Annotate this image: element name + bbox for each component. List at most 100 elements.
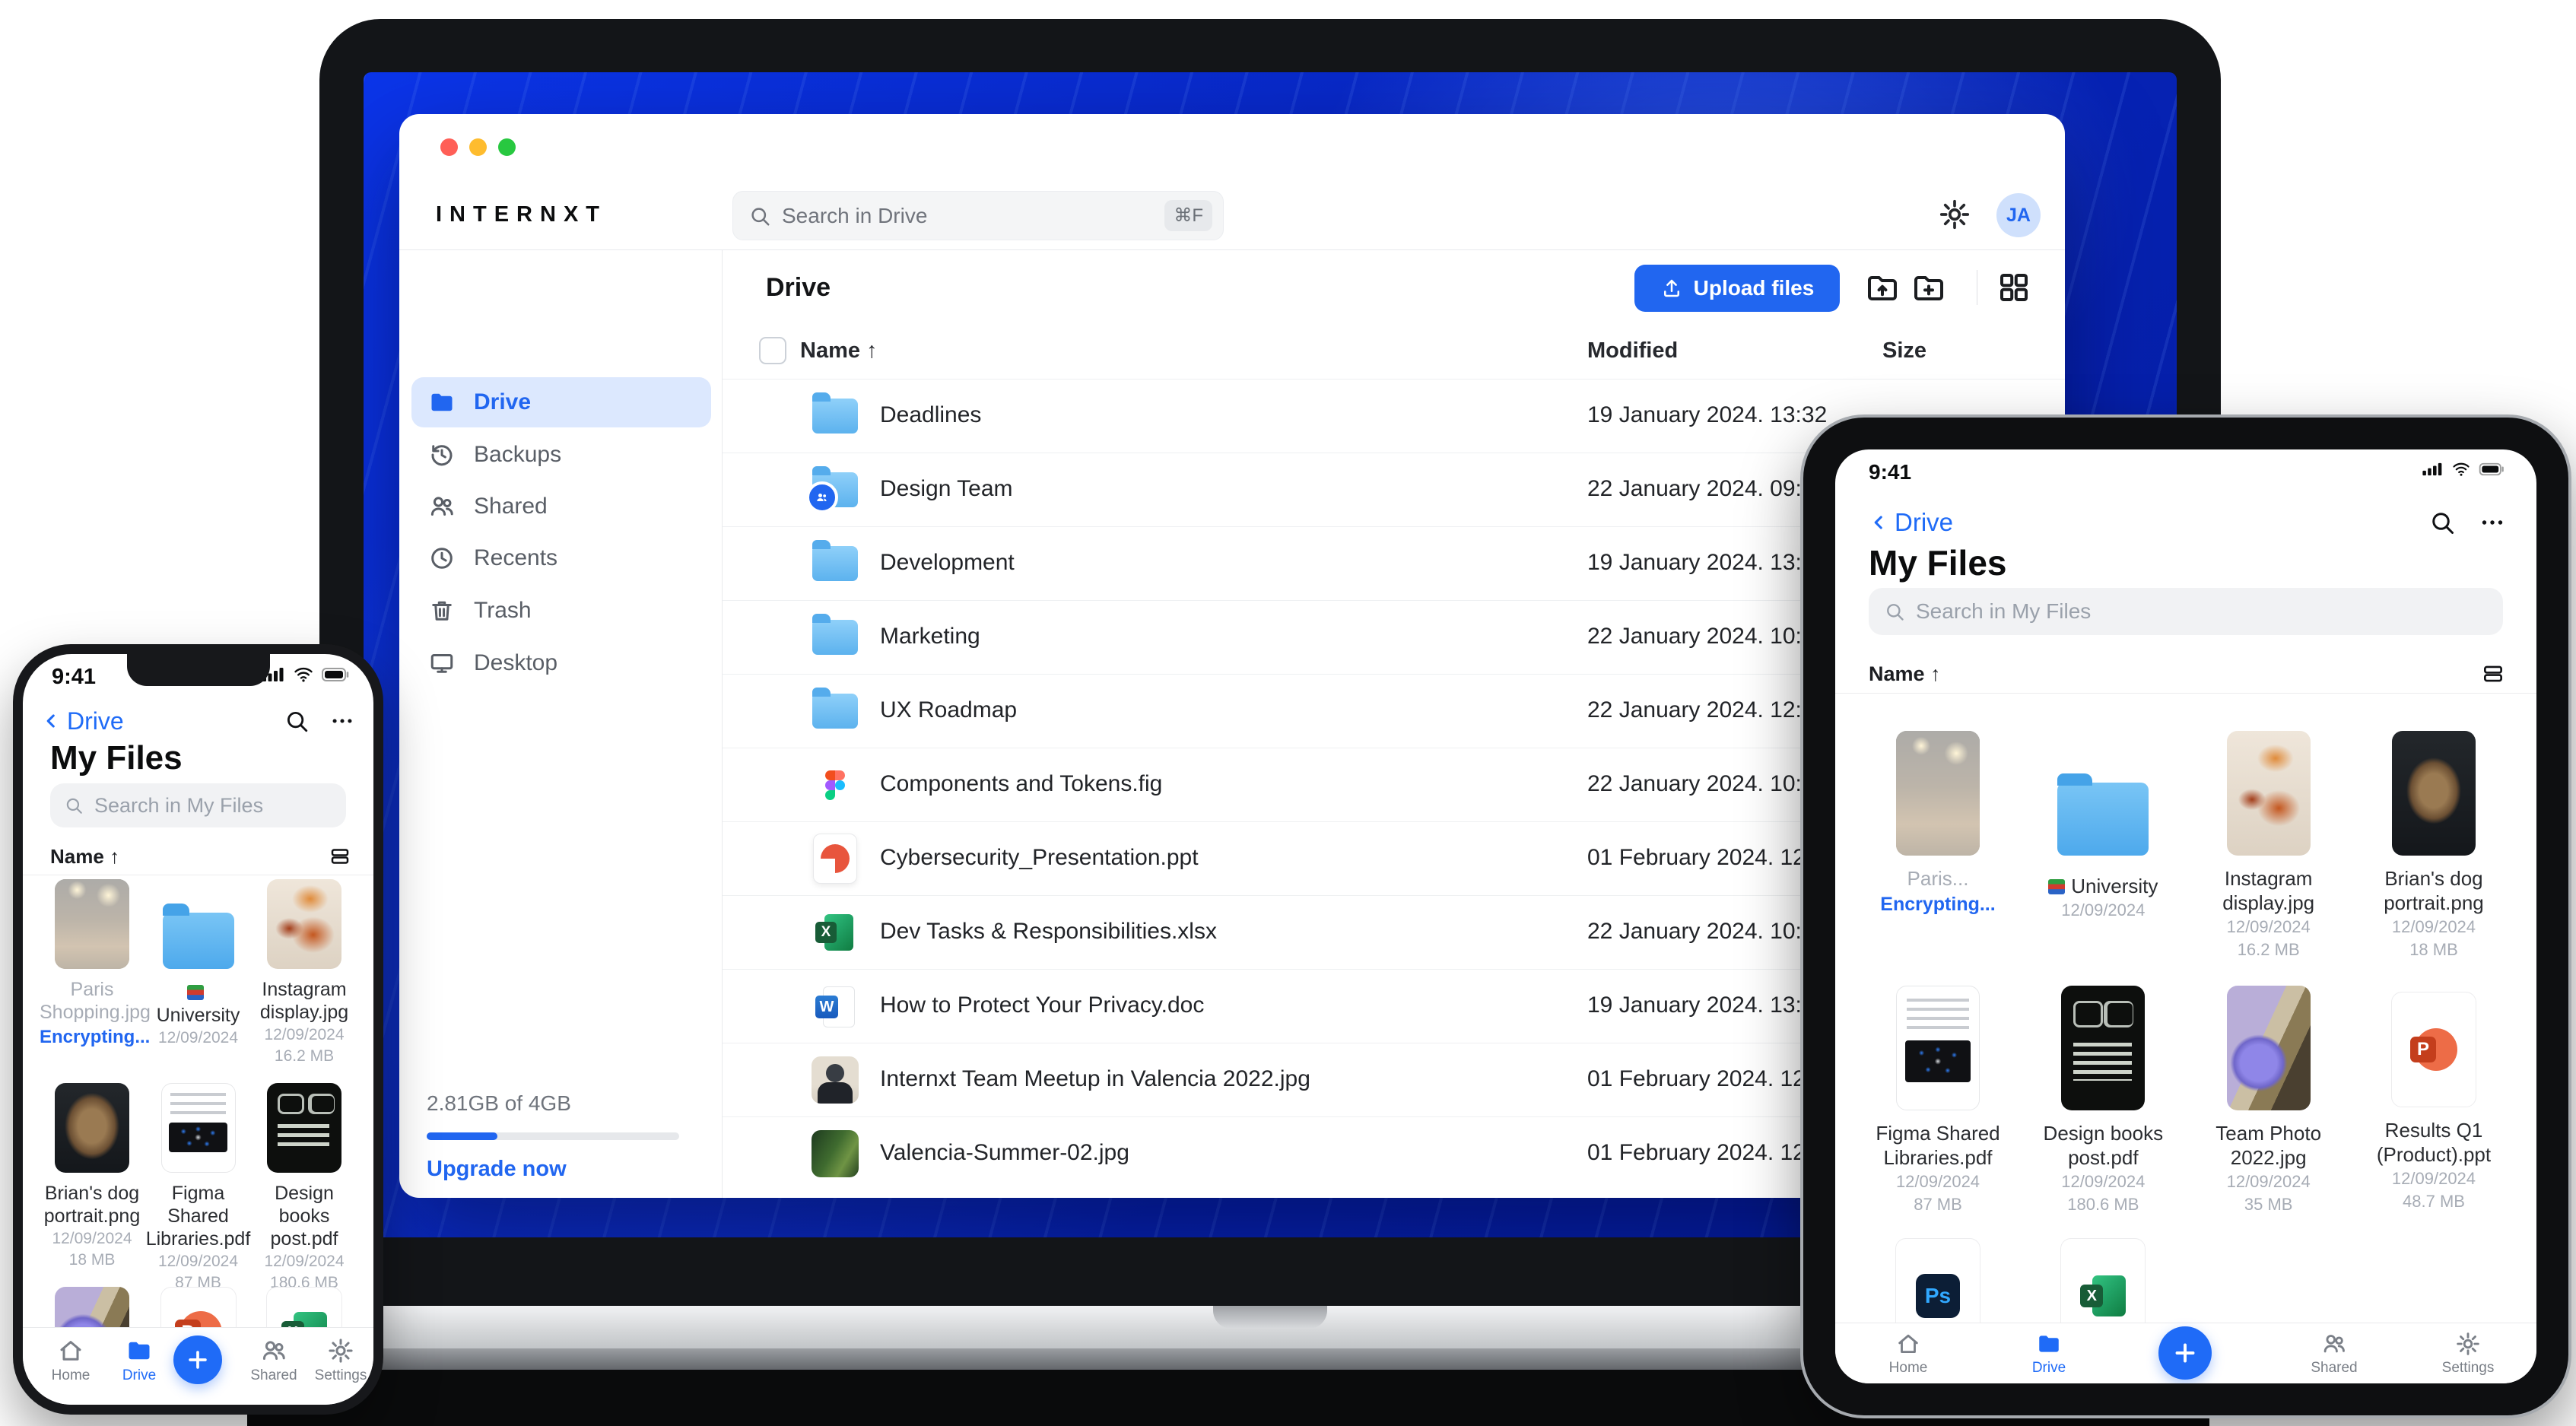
search-icon[interactable] [2428, 509, 2456, 536]
file-card[interactable]: Instagram display.jpg 12/09/2024 16.2 MB [252, 879, 357, 1066]
upload-folder-icon[interactable] [1864, 269, 1901, 306]
page-title: My Files [50, 739, 183, 777]
file-name: Internxt Team Meetup in Valencia 2022.jp… [880, 1066, 1310, 1091]
file-name: Instagram display.jpg [259, 979, 349, 1023]
column-name[interactable]: Name ↑ [800, 338, 878, 364]
column-size[interactable]: Size [1882, 338, 1926, 364]
file-name: Development [880, 550, 1015, 575]
search-icon[interactable] [284, 708, 310, 734]
close-button[interactable] [440, 138, 458, 156]
list-view-icon[interactable] [2480, 662, 2506, 686]
chevron-left-icon [46, 714, 55, 728]
folder-icon [2057, 773, 2149, 856]
file-card[interactable]: Figma Shared Libraries.pdf 12/09/2024 87… [146, 1083, 251, 1293]
file-name: Paris... [1907, 867, 1969, 890]
nav-settings[interactable]: Settings [2433, 1331, 2503, 1377]
file-card[interactable]: Figma Shared Libraries.pdf 12/09/2024 87… [1866, 986, 2010, 1215]
file-card[interactable]: Paris... Encrypting... [1866, 731, 2010, 961]
file-modified: 22 January 2024. 10:08 [1587, 771, 1828, 796]
column-modified[interactable]: Modified [1587, 338, 1678, 364]
figma-file-icon [811, 761, 859, 809]
storage-usage: 2.81GB of 4GB [427, 1091, 571, 1115]
sort-button[interactable]: Name ↑ [50, 845, 119, 869]
plus-icon [189, 1351, 207, 1369]
file-date: 12/09/2024 [157, 1253, 239, 1270]
file-date: 12/09/2024 [264, 1026, 345, 1043]
shared-folder-icon [806, 465, 859, 514]
add-button[interactable] [2158, 1326, 2212, 1380]
folder-card[interactable]: University 12/09/2024 [146, 879, 251, 1066]
battery-icon [2479, 462, 2504, 476]
excel-file-icon: X [811, 908, 859, 957]
back-button[interactable]: Drive [1869, 508, 1953, 537]
word-file-icon: W [811, 982, 859, 1031]
search-icon [66, 798, 82, 814]
status-icons [262, 666, 351, 683]
nav-drive[interactable]: Drive [113, 1337, 166, 1384]
back-button[interactable]: Drive [41, 707, 124, 735]
file-card[interactable]: Instagram display.jpg 12/09/2024 16.2 MB [2196, 731, 2341, 961]
nav-settings[interactable]: Settings [310, 1337, 371, 1384]
search-input[interactable]: Search in My Files [50, 783, 346, 827]
file-name: Cybersecurity_Presentation.ppt [880, 845, 1199, 870]
status-time: 9:41 [52, 665, 97, 689]
search-input[interactable]: Search in Drive ⌘F [732, 191, 1224, 240]
file-card[interactable]: P Results Q1 (Product).ppt 12/09/2024 48… [2362, 986, 2506, 1215]
file-size: 180.6 MB [2067, 1195, 2139, 1214]
file-name: Figma Shared Libraries.pdf [145, 1183, 251, 1250]
zoom-button[interactable] [498, 138, 516, 156]
list-view-icon[interactable] [328, 845, 352, 868]
add-button[interactable] [173, 1335, 222, 1384]
search-placeholder: Search in My Files [1916, 599, 2092, 623]
sidebar-item-recents[interactable]: Recents [411, 533, 711, 583]
sidebar-item-drive[interactable]: Drive [411, 377, 711, 427]
folder-icon [811, 539, 859, 588]
sidebar-item-desktop[interactable]: Desktop [411, 638, 711, 688]
upgrade-link[interactable]: Upgrade now [427, 1157, 567, 1182]
more-icon[interactable] [329, 708, 355, 734]
avatar[interactable]: JA [1996, 193, 2041, 237]
folder-card[interactable]: University 12/09/2024 [2031, 731, 2175, 961]
file-card[interactable]: Brian's dog portrait.png 12/09/2024 18 M… [40, 1083, 145, 1293]
file-date: 12/09/2024 [264, 1253, 345, 1270]
nav-shared[interactable]: Shared [2300, 1331, 2368, 1377]
nav-drive[interactable]: Drive [2019, 1331, 2079, 1377]
divider [1835, 693, 2536, 694]
file-grid-row: Figma Shared Libraries.pdf 12/09/2024 87… [1835, 986, 2536, 1215]
internxt-logo: INTERNXT [436, 202, 607, 227]
sidebar-item-shared[interactable]: Shared [411, 481, 711, 532]
tablet-device: 9:41 Drive My Files Search in My Files N… [1800, 414, 2571, 1418]
grid-view-icon[interactable] [1996, 269, 2032, 306]
file-card[interactable]: Team Photo 2022.jpg 12/09/2024 35 MB [2196, 986, 2341, 1215]
file-card[interactable]: Brian's dog portrait.png 12/09/2024 18 M… [2362, 731, 2506, 961]
minimize-button[interactable] [469, 138, 487, 156]
folder-name: University [146, 981, 251, 1027]
folder-name: University [2031, 874, 2175, 898]
sidebar-item-trash[interactable]: Trash [411, 586, 711, 636]
image-thumbnail [811, 1129, 859, 1178]
sidebar-item-backups[interactable]: Backups [411, 430, 711, 480]
sort-button[interactable]: Name ↑ [1869, 662, 1941, 686]
window-header: INTERNXT Search in Drive ⌘F JA [399, 114, 2065, 250]
upload-files-button[interactable]: Upload files [1634, 265, 1840, 312]
file-size: 48.7 MB [2403, 1192, 2465, 1211]
file-card[interactable]: Design books post.pdf 12/09/2024 180.6 M… [252, 1083, 357, 1293]
gear-icon[interactable] [1938, 198, 1971, 231]
file-name: Brian's dog portrait.png [43, 1183, 141, 1227]
file-card[interactable]: Paris Shopping.jpg Encrypting... [40, 879, 151, 1066]
internxt-tablet-app: 9:41 Drive My Files Search in My Files N… [1835, 449, 2536, 1383]
trash-icon [432, 601, 452, 621]
search-input[interactable]: Search in My Files [1869, 588, 2503, 635]
more-icon[interactable] [2479, 509, 2506, 536]
nav-home[interactable]: Home [44, 1337, 97, 1384]
sidebar: Drive Backups Shared Recents Trash Deskt… [399, 250, 723, 1198]
signal-icon [2422, 462, 2442, 476]
nav-home[interactable]: Home [1878, 1331, 1939, 1377]
file-size: 18 MB [68, 1251, 116, 1269]
nav-shared[interactable]: Shared [243, 1337, 304, 1384]
new-folder-icon[interactable] [1911, 269, 1947, 306]
file-card[interactable]: Design books post.pdf 12/09/2024 180.6 M… [2031, 986, 2175, 1215]
books-emoji [2048, 879, 2066, 894]
select-all-checkbox[interactable] [759, 337, 786, 364]
file-date: 12/09/2024 [2391, 1169, 2476, 1188]
